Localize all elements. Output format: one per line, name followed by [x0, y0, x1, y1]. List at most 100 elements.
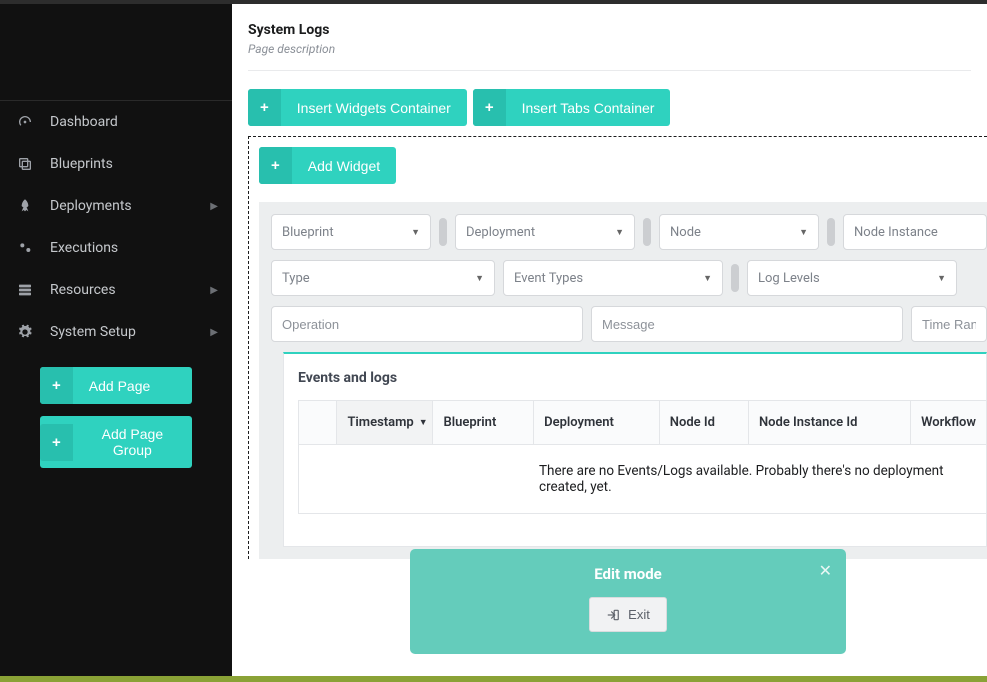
- column-label: Deployment: [544, 415, 614, 430]
- gear-icon: [14, 324, 36, 340]
- filter-event-types[interactable]: Event Types ▼: [503, 260, 723, 296]
- column-label: Node Instance Id: [759, 415, 857, 430]
- sidebar-item-blueprints[interactable]: Blueprints: [0, 143, 232, 185]
- close-icon[interactable]: ✕: [819, 561, 832, 580]
- filter-deployment[interactable]: Deployment ▼: [455, 214, 635, 250]
- insert-widgets-container-button[interactable]: Insert Widgets Container: [248, 89, 467, 126]
- page-title: System Logs: [248, 22, 971, 38]
- header-divider: [248, 70, 971, 71]
- time-range-input[interactable]: [922, 307, 976, 341]
- table-col-node-instance-id[interactable]: Node Instance Id: [749, 401, 911, 445]
- filter-row-2: Type ▼ Event Types ▼ Log Levels ▼: [271, 260, 987, 296]
- table-col-node-id[interactable]: Node Id: [660, 401, 749, 445]
- button-label: Add Page: [73, 368, 167, 404]
- sign-out-icon: [606, 608, 620, 622]
- button-label: Insert Tabs Container: [506, 90, 671, 126]
- footer-accent-bar: [0, 676, 987, 682]
- filter-row-1: Blueprint ▼ Deployment ▼ Node ▼: [271, 214, 987, 250]
- gauge-icon: [14, 114, 36, 130]
- sidebar-item-deployments[interactable]: Deployments ▶: [0, 185, 232, 227]
- button-label: Add Page Group: [73, 416, 192, 468]
- filter-log-levels[interactable]: Log Levels ▼: [747, 260, 957, 296]
- events-title: Events and logs: [298, 370, 986, 386]
- add-page-button[interactable]: Add Page: [40, 367, 192, 404]
- filter-message-input[interactable]: [591, 306, 903, 342]
- button-label: Add Widget: [292, 148, 396, 184]
- edit-mode-panel: ✕ Edit mode Exit: [410, 549, 846, 654]
- filter-label: Node Instance: [854, 225, 938, 240]
- events-table: Timestamp ▼ Blueprint Deployment: [298, 400, 986, 514]
- plus-icon: [259, 147, 292, 184]
- table-col-blueprint[interactable]: Blueprint: [433, 401, 534, 445]
- page-header: System Logs Page description: [232, 4, 987, 70]
- caret-down-icon: ▼: [703, 273, 712, 284]
- add-page-group-button[interactable]: Add Page Group: [40, 416, 192, 468]
- chevron-right-icon: ▶: [210, 327, 218, 338]
- column-label: Timestamp: [347, 415, 413, 430]
- sidebar-item-label: Resources: [50, 282, 116, 298]
- filter-type[interactable]: Type ▼: [271, 260, 495, 296]
- sidebar-item-label: Deployments: [50, 198, 132, 214]
- sidebar-logo-area: [0, 4, 232, 100]
- sidebar-item-executions[interactable]: Executions: [0, 227, 232, 269]
- filter-node[interactable]: Node ▼: [659, 214, 819, 250]
- page-description: Page description: [248, 42, 971, 56]
- sidebar-item-label: Executions: [50, 240, 118, 256]
- caret-down-icon: ▼: [411, 227, 420, 238]
- events-empty-message: There are no Events/Logs available. Prob…: [299, 445, 986, 513]
- rocket-icon: [14, 198, 36, 214]
- filter-row-3: [271, 306, 987, 342]
- filter-label: Type: [282, 271, 310, 286]
- sidebar-item-label: Dashboard: [50, 114, 118, 130]
- filter-node-instance[interactable]: Node Instance: [843, 214, 987, 250]
- operation-input[interactable]: [282, 307, 572, 341]
- filter-label: Deployment: [466, 225, 535, 240]
- events-table-head: Timestamp ▼ Blueprint Deployment: [299, 401, 986, 445]
- filter-label: Blueprint: [282, 225, 334, 240]
- caret-down-icon: ▼: [937, 273, 946, 284]
- table-col-timestamp[interactable]: Timestamp ▼: [337, 401, 433, 445]
- table-col-deployment[interactable]: Deployment: [534, 401, 660, 445]
- caret-down-icon: ▼: [475, 273, 484, 284]
- sidebar: Dashboard Blueprints Deployments ▶ E: [0, 4, 232, 676]
- widget-container: Add Widget Blueprint ▼ Deployment ▼: [248, 136, 987, 559]
- page-action-row: Insert Widgets Container Insert Tabs Con…: [232, 89, 987, 136]
- insert-tabs-container-button[interactable]: Insert Tabs Container: [473, 89, 671, 126]
- chevron-right-icon: ▶: [210, 285, 218, 296]
- chevron-right-icon: ▶: [210, 201, 218, 212]
- sidebar-item-resources[interactable]: Resources ▶: [0, 269, 232, 311]
- sidebar-item-dashboard[interactable]: Dashboard: [0, 101, 232, 143]
- message-input[interactable]: [602, 307, 892, 341]
- exit-button[interactable]: Exit: [589, 597, 667, 632]
- filter-time-range-input[interactable]: [911, 306, 987, 342]
- sidebar-item-label: Blueprints: [50, 156, 113, 172]
- caret-down-icon: ▼: [799, 227, 808, 238]
- filter-label: Log Levels: [758, 271, 820, 286]
- plus-icon: [40, 424, 73, 461]
- sidebar-action-buttons: Add Page Add Page Group: [0, 353, 232, 482]
- cogs-icon: [14, 240, 36, 256]
- add-widget-button[interactable]: Add Widget: [259, 147, 396, 184]
- sidebar-item-system-setup[interactable]: System Setup ▶: [0, 311, 232, 353]
- plus-icon: [473, 89, 506, 126]
- filter-separator: [643, 218, 651, 246]
- filter-separator: [731, 264, 739, 292]
- sidebar-item-label: System Setup: [50, 324, 136, 340]
- table-col-workflow[interactable]: Workflow: [911, 401, 986, 445]
- filter-operation-input[interactable]: [271, 306, 583, 342]
- button-label: Insert Widgets Container: [281, 90, 467, 126]
- table-col-icon: [299, 401, 337, 445]
- edit-mode-title: Edit mode: [426, 565, 830, 583]
- server-icon: [14, 282, 36, 298]
- column-label: Workflow: [921, 415, 976, 430]
- sort-desc-icon: ▼: [419, 417, 428, 428]
- caret-down-icon: ▼: [615, 227, 624, 238]
- filter-blueprint[interactable]: Blueprint ▼: [271, 214, 431, 250]
- copy-icon: [14, 156, 36, 172]
- filter-label: Node: [670, 225, 701, 240]
- filters-panel: Blueprint ▼ Deployment ▼ Node ▼: [259, 202, 987, 559]
- sidebar-nav: Dashboard Blueprints Deployments ▶ E: [0, 100, 232, 353]
- filter-separator: [439, 218, 447, 246]
- button-label: Exit: [628, 607, 650, 622]
- plus-icon: [40, 367, 73, 404]
